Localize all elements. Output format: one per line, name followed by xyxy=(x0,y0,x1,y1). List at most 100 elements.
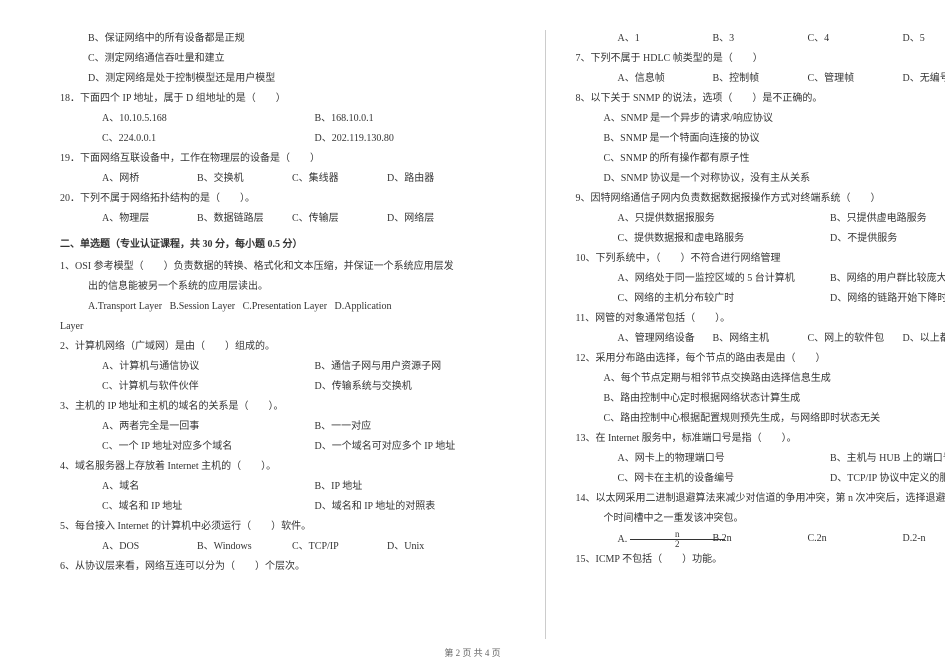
option: A. n2 xyxy=(618,530,713,549)
option: C.Presentation Layer xyxy=(243,301,327,312)
options-row: A、管理网络设备 B、网络主机 C、网上的软件包 D、以上都是 xyxy=(576,330,945,348)
option: B、Windows xyxy=(197,538,292,556)
option: C、4 xyxy=(808,30,903,48)
option: C、集线器 xyxy=(292,170,387,188)
option: D.2-n xyxy=(903,530,945,549)
option: D、网络的链路开始下降时 xyxy=(830,290,945,308)
option: D、无编号帧 xyxy=(903,70,945,88)
option: A、DOS xyxy=(102,538,197,556)
option: B、主机与 HUB 上的端口号 xyxy=(830,450,945,468)
opt-line: C、测定网络通信吞吐量和建立 xyxy=(60,50,525,68)
question-stem: 8、以下关于 SNMP 的说法，选项（ ）是不正确的。 xyxy=(576,90,945,108)
options-row: C、网络的主机分布较广时 D、网络的链路开始下降时 xyxy=(576,290,945,308)
question-stem: 19．下面网络互联设备中，工作在物理层的设备是（ ） xyxy=(60,150,525,168)
option: B、IP 地址 xyxy=(315,478,525,496)
question-stem: 5、每台接入 Internet 的计算机中必须运行（ ）软件。 xyxy=(60,518,525,536)
option-tail: Layer xyxy=(60,318,525,336)
option: D、传输系统与交换机 xyxy=(315,378,525,396)
question-stem: 4、域名服务器上存放着 Internet 主机的（ ）。 xyxy=(60,458,525,476)
option: B、通信子网与用户资源子网 xyxy=(315,358,525,376)
option: A、域名 xyxy=(102,478,312,496)
question-stem: 18．下面四个 IP 地址，属于 D 组地址的是（ ） xyxy=(60,90,525,108)
opt-line: D、测定网络是处于控制模型还是用户模型 xyxy=(60,70,525,88)
right-column: A、1 B、3 C、4 D、5 7、下列不属于 HDLC 帧类型的是（ ） A、… xyxy=(546,30,945,639)
option: C、计算机与软件伙伴 xyxy=(102,378,312,396)
option: B、只提供虚电路服务 xyxy=(830,210,945,228)
options-row: C、网卡在主机的设备编号 D、TCP/IP 协议中定义的服务端口号 xyxy=(576,470,945,488)
option: B、交换机 xyxy=(197,170,292,188)
option: D、SNMP 协议是一个对称协议，没有主从关系 xyxy=(576,170,945,188)
option: A、物理层 xyxy=(102,210,197,228)
options-row: C、一个 IP 地址对应多个域名 D、一个域名可对应多个 IP 地址 xyxy=(60,438,525,456)
option: C、网上的软件包 xyxy=(808,330,903,348)
question-stem: 14、以太网采用二进制退避算法来减少对信道的争用冲突，第 n 次冲突后，选择退避… xyxy=(576,490,945,508)
option: B、SNMP 是一个特面向连接的协议 xyxy=(576,130,945,148)
page-footer: 第 2 页 共 4 页 xyxy=(0,645,945,661)
option: D、202.119.130.80 xyxy=(315,130,525,148)
options-row: A、网络处于同一监控区域的 5 台计算机 B、网络的用户群比较庞大的 xyxy=(576,270,945,288)
options-row: C、224.0.0.1 D、202.119.130.80 xyxy=(60,130,525,148)
option: D.Application xyxy=(335,301,392,312)
options-row: A、信息帧 B、控制帧 C、管理帧 D、无编号帧 xyxy=(576,70,945,88)
options-row: A. n2 B.2n C.2n D.2-n xyxy=(576,530,945,549)
question-stem-cont: 出的信息能被另一个系统的应用层读出。 xyxy=(60,278,525,296)
question-stem: 3、主机的 IP 地址和主机的域名的关系是（ ）。 xyxy=(60,398,525,416)
option: D、Unix xyxy=(387,538,482,556)
options-row: A、网桥 B、交换机 C、集线器 D、路由器 xyxy=(60,170,525,188)
option: B.2n xyxy=(713,530,808,549)
option: D、5 xyxy=(903,30,945,48)
option: C、域名和 IP 地址 xyxy=(102,498,312,516)
option: C、SNMP 的所有操作都有原子性 xyxy=(576,150,945,168)
left-column: B、保证网络中的所有设备都是正规 C、测定网络通信吞吐量和建立 D、测定网络是处… xyxy=(40,30,546,639)
option: C、路由控制中心根据配置规则预先生成，与网络即时状态无关 xyxy=(576,410,945,428)
option: B、路由控制中心定时根据网络状态计算生成 xyxy=(576,390,945,408)
options-row: C、计算机与软件伙伴 D、传输系统与交换机 xyxy=(60,378,525,396)
options-row: A、物理层 B、数据链路层 C、传输层 D、网络层 xyxy=(60,210,525,228)
options-row: A、两者完全是一回事 B、一一对应 xyxy=(60,418,525,436)
section-heading: 二、单选题（专业认证课程，共 30 分，每小题 0.5 分） xyxy=(60,236,525,254)
question-stem: 12、采用分布路由选择，每个节点的路由表是由（ ） xyxy=(576,350,945,368)
question-stem: 2、计算机网络（广域网）是由（ ）组成的。 xyxy=(60,338,525,356)
option: B、数据链路层 xyxy=(197,210,292,228)
option: D、网络层 xyxy=(387,210,482,228)
option: C、TCP/IP xyxy=(292,538,387,556)
option: D、一个域名可对应多个 IP 地址 xyxy=(315,438,525,456)
option: A、只提供数据报服务 xyxy=(618,210,828,228)
option: A、网卡上的物理端口号 xyxy=(618,450,828,468)
option: A、计算机与通信协议 xyxy=(102,358,312,376)
question-stem: 15、ICMP 不包括（ ）功能。 xyxy=(576,551,945,569)
option: A、信息帧 xyxy=(618,70,713,88)
option: B、168.10.0.1 xyxy=(315,110,525,128)
option: A、两者完全是一回事 xyxy=(102,418,312,436)
option: C、网络的主机分布较广时 xyxy=(618,290,828,308)
options-row: A、1 B、3 C、4 D、5 xyxy=(576,30,945,48)
question-stem: 20．下列不属于网络拓扑结构的是（ ）。 xyxy=(60,190,525,208)
options-row: A、域名 B、IP 地址 xyxy=(60,478,525,496)
question-stem-cont: 个时间槽中之一重发该冲突包。 xyxy=(576,510,945,528)
options-row: A.Transport Layer B.Session Layer C.Pres… xyxy=(60,298,525,316)
option: B、网络的用户群比较庞大的 xyxy=(830,270,945,288)
fraction-icon: n2 xyxy=(630,530,725,549)
option: B、网络主机 xyxy=(713,330,808,348)
options-row: C、域名和 IP 地址 D、域名和 IP 地址的对照表 xyxy=(60,498,525,516)
option: D、以上都是 xyxy=(903,330,945,348)
option: A、1 xyxy=(618,30,713,48)
option: B、3 xyxy=(713,30,808,48)
option: C、管理帧 xyxy=(808,70,903,88)
question-stem: 1、OSI 参考模型（ ）负责数据的转换、格式化和文本压缩，并保证一个系统应用层… xyxy=(60,258,525,276)
option: A.Transport Layer xyxy=(88,301,162,312)
option: D、不提供服务 xyxy=(830,230,945,248)
option: A、网桥 xyxy=(102,170,197,188)
question-stem: 7、下列不属于 HDLC 帧类型的是（ ） xyxy=(576,50,945,68)
options-row: C、提供数据报和虚电路服务 D、不提供服务 xyxy=(576,230,945,248)
option: C、传输层 xyxy=(292,210,387,228)
option: A、SNMP 是一个异步的请求/响应协议 xyxy=(576,110,945,128)
option: B、控制帧 xyxy=(713,70,808,88)
option: C.2n xyxy=(808,530,903,549)
options-row: A、计算机与通信协议 B、通信子网与用户资源子网 xyxy=(60,358,525,376)
question-stem: 11、网管的对象通常包括（ ）。 xyxy=(576,310,945,328)
option: C、网卡在主机的设备编号 xyxy=(618,470,828,488)
option: A、10.10.5.168 xyxy=(102,110,312,128)
option: C、224.0.0.1 xyxy=(102,130,312,148)
options-row: A、只提供数据报服务 B、只提供虚电路服务 xyxy=(576,210,945,228)
